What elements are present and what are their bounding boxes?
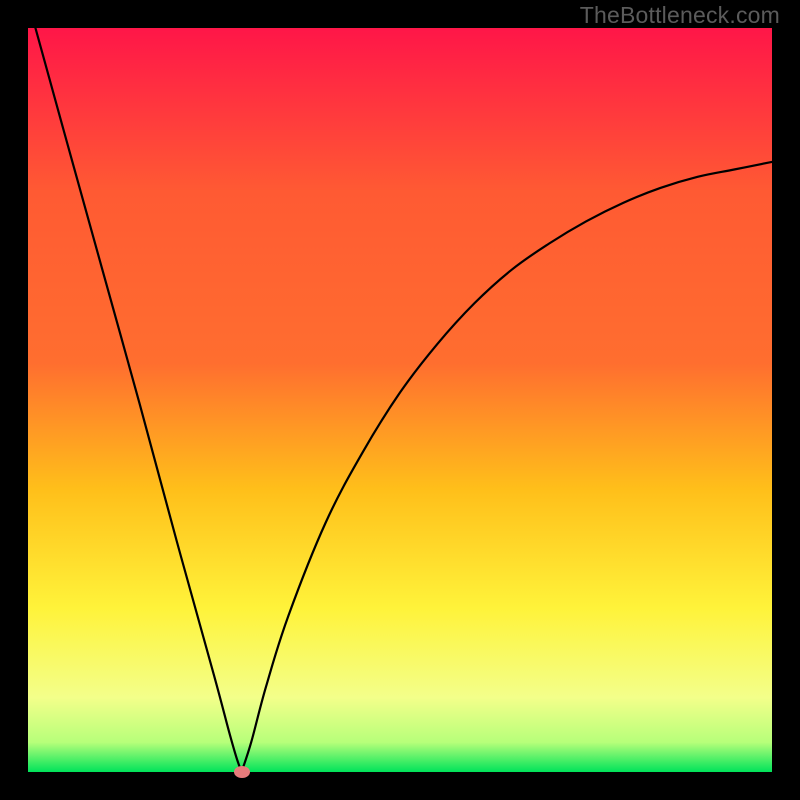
bottleneck-chart (28, 28, 772, 772)
chart-frame: TheBottleneck.com (0, 0, 800, 800)
optimum-marker (234, 766, 250, 778)
watermark-text: TheBottleneck.com (580, 2, 780, 29)
